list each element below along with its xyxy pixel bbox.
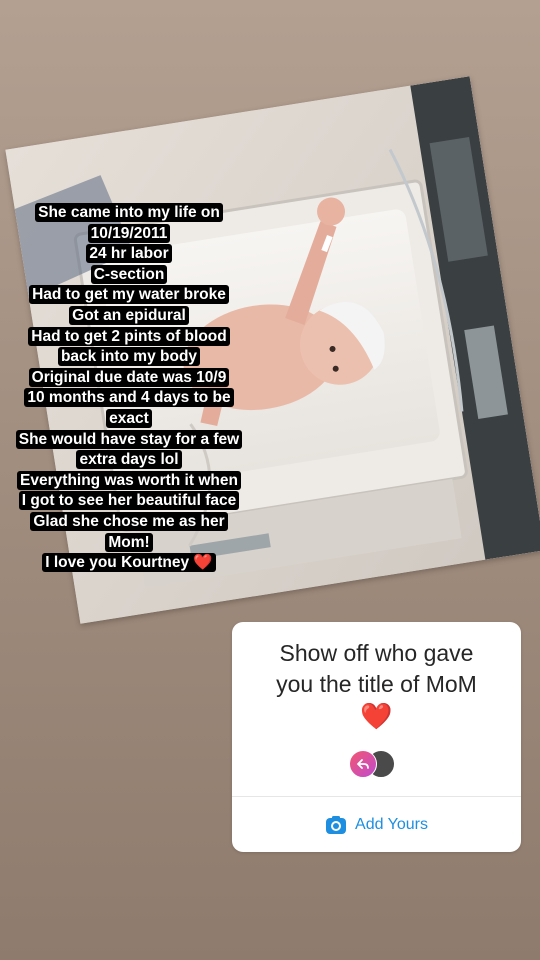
- heart-icon: ❤️: [360, 701, 393, 731]
- caption-line: Mom!: [105, 532, 153, 552]
- caption-line: I got to see her beautiful face: [18, 491, 240, 511]
- caption-line: Had to get 2 pints of blood: [28, 326, 230, 346]
- caption-line: Everything was worth it when: [17, 470, 241, 490]
- caption-line: exact: [106, 408, 152, 428]
- caption-line: C-section: [90, 264, 168, 284]
- sticker-prompt-line: you the title of MoM: [276, 671, 477, 697]
- sticker-prompt: Show off who gave you the title of MoM: [242, 638, 511, 700]
- caption-line: I love you Kourtney: [45, 554, 190, 572]
- caption-line: Glad she chose me as her: [30, 511, 228, 531]
- caption-line: Got an epidural: [69, 305, 189, 325]
- heart-icon: ❤️: [193, 554, 213, 572]
- caption-line: Had to get my water broke: [29, 285, 229, 305]
- camera-icon: [326, 815, 347, 834]
- sticker-prompt-line: Show off who gave: [279, 640, 474, 666]
- caption-line: 10/19/2011: [87, 223, 171, 243]
- add-yours-sticker[interactable]: Show off who gave you the title of MoM ❤…: [232, 622, 521, 852]
- caption-line: extra days lol: [76, 450, 182, 470]
- story-caption: She came into my life on 10/19/2011 24 h…: [0, 203, 258, 574]
- add-yours-label: Add Yours: [355, 815, 428, 833]
- caption-line: 24 hr labor: [86, 244, 172, 264]
- add-yours-button[interactable]: Add Yours: [232, 797, 521, 852]
- avatar: [349, 750, 377, 778]
- caption-line: 10 months and 4 days to be: [24, 388, 234, 408]
- caption-line: Original due date was 10/9: [28, 367, 230, 387]
- caption-line: back into my body: [57, 347, 201, 367]
- caption-line: She would have stay for a few: [15, 429, 243, 449]
- caption-last-line: I love you Kourtney ❤️: [42, 553, 216, 573]
- participant-avatars[interactable]: [349, 750, 409, 778]
- caption-line: She came into my life on: [35, 203, 223, 222]
- reply-arrow-icon: [357, 759, 369, 769]
